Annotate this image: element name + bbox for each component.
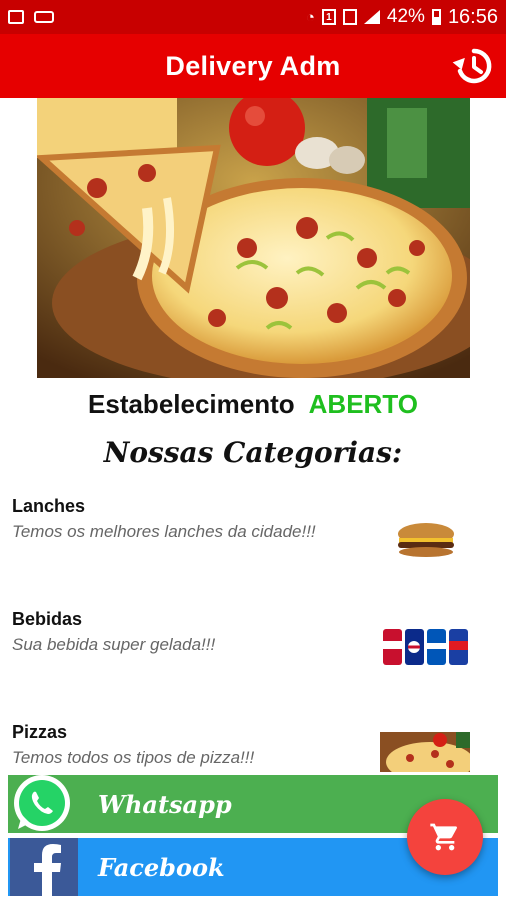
clock: 16:56 — [447, 5, 498, 28]
notification-badge-icon: 1 — [321, 9, 336, 25]
signal-icon — [363, 10, 380, 24]
categories-title: Nossas Categorias: — [103, 436, 403, 469]
category-description: Temos todos os tipos de pizza!!! — [12, 748, 255, 767]
category-name: Bebidas — [12, 609, 83, 629]
whatsapp-label: Whatsapp — [98, 789, 232, 819]
burger-icon — [398, 523, 454, 557]
history-icon[interactable] — [452, 45, 494, 87]
sim-icon — [342, 9, 357, 25]
soda-cans-icon — [383, 629, 468, 665]
battery-icon — [431, 9, 441, 25]
whatsapp-icon — [14, 775, 70, 831]
gallery-notification-icon — [8, 10, 24, 24]
category-name: Pizzas — [12, 722, 68, 742]
establishment-status-value: ABERTO — [308, 389, 418, 419]
cart-button[interactable] — [407, 799, 483, 875]
establishment-status: Estabelecimento ABERTO — [0, 389, 506, 420]
category-item-lanches[interactable]: Lanches Temos os melhores lanches da cid… — [12, 496, 492, 576]
voicemail-icon — [34, 11, 54, 23]
pizza-icon — [380, 732, 470, 772]
pizza-hero-image — [37, 98, 470, 378]
category-item-bebidas[interactable]: Bebidas Sua bebida super gelada!!! — [12, 609, 492, 689]
status-bar: ◔ 1 42% 16:56 — [0, 0, 506, 34]
wifi-icon: ◔ — [305, 8, 315, 26]
category-name: Lanches — [12, 496, 86, 516]
app-title: Delivery Adm — [165, 50, 341, 81]
establishment-label: Estabelecimento — [88, 389, 295, 419]
facebook-icon — [10, 838, 78, 896]
cart-icon — [430, 823, 458, 851]
category-description: Temos os melhores lanches da cidade!!! — [12, 522, 316, 541]
app-bar: Delivery Adm — [0, 34, 506, 98]
facebook-label: Facebook — [98, 852, 225, 882]
category-description: Sua bebida super gelada!!! — [12, 635, 216, 654]
battery-percent: 42% — [386, 6, 425, 27]
